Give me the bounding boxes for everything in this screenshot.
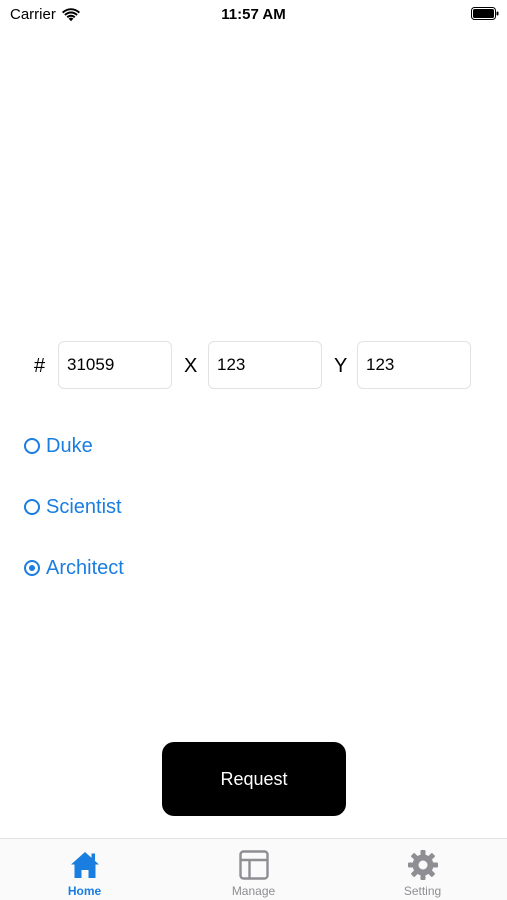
battery-icon <box>471 7 499 20</box>
tab-home[interactable]: Home <box>0 839 169 900</box>
hash-label: # <box>34 355 46 377</box>
x-label: X <box>184 355 198 377</box>
id-input[interactable] <box>58 341 172 389</box>
tab-manage[interactable]: Manage <box>169 839 338 900</box>
radio-label: Duke <box>46 434 93 457</box>
gear-icon <box>408 850 438 880</box>
clock: 11:57 AM <box>221 6 286 23</box>
radio-option-scientist[interactable]: Scientist <box>24 492 122 522</box>
radio-button-icon[interactable] <box>24 438 40 454</box>
radio-label: Scientist <box>46 495 122 518</box>
y-input[interactable] <box>357 341 471 389</box>
status-bar: Carrier 11:57 AM <box>0 0 507 28</box>
tab-label: Setting <box>403 884 442 898</box>
tab-bar: Home Manage Setting <box>0 838 507 900</box>
y-label: Y <box>334 355 348 377</box>
app-screen: Carrier 11:57 AM # X Y Duke Scientist <box>0 0 507 900</box>
request-button[interactable]: Request <box>162 742 346 816</box>
radio-button-icon[interactable] <box>24 560 40 576</box>
radio-label: Architect <box>46 556 124 579</box>
radio-button-icon[interactable] <box>24 499 40 515</box>
tab-label: Manage <box>231 884 276 898</box>
radio-option-architect[interactable]: Architect <box>24 553 124 583</box>
layout-icon <box>239 850 269 880</box>
x-input[interactable] <box>208 341 322 389</box>
radio-option-duke[interactable]: Duke <box>24 431 93 461</box>
coordinate-row: # X Y <box>0 341 507 391</box>
tab-setting[interactable]: Setting <box>338 839 507 900</box>
house-icon <box>71 852 99 878</box>
tab-label: Home <box>67 884 102 898</box>
